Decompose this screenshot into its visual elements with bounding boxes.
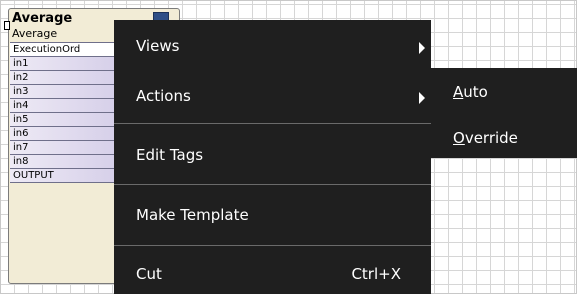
actions-submenu: Auto Override <box>431 68 577 158</box>
override-label-rest: verride <box>464 129 518 147</box>
menu-item-views[interactable]: Views <box>136 36 179 56</box>
submenu-item-override[interactable]: Override <box>453 128 518 148</box>
menu-item-edit-tags[interactable]: Edit Tags <box>136 145 203 165</box>
auto-mnemonic: A <box>453 83 464 101</box>
views-submenu-arrow-icon <box>419 42 425 54</box>
actions-submenu-arrow-icon <box>419 92 425 104</box>
block-title: Average <box>12 11 73 26</box>
context-menu: Views Actions Edit Tags Make Template Cu… <box>114 20 431 294</box>
auto-label-rest: uto <box>463 83 488 101</box>
menu-separator <box>114 245 431 246</box>
menu-item-actions[interactable]: Actions <box>136 86 191 106</box>
submenu-item-auto[interactable]: Auto <box>453 82 488 102</box>
cut-shortcut-label: Ctrl+X <box>351 265 401 283</box>
override-mnemonic: O <box>453 129 465 147</box>
block-subtitle: Average <box>12 27 58 40</box>
menu-item-cut[interactable]: Cut <box>136 264 162 284</box>
menu-separator <box>114 184 431 185</box>
block-pin-marker <box>4 21 10 30</box>
menu-separator <box>114 123 431 124</box>
menu-item-make-template[interactable]: Make Template <box>136 205 249 225</box>
